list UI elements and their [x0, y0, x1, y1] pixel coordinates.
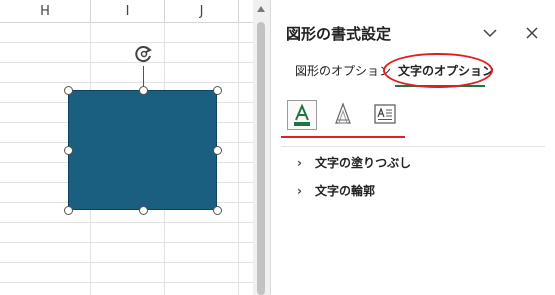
resize-handle-top-left[interactable] [64, 86, 73, 95]
selected-rectangle-shape[interactable] [68, 90, 217, 210]
grid-line [0, 262, 253, 263]
format-shape-pane: 図形の書式設定 図形のオプション 文字のオプション › 文字の塗りつぶし › 文… [271, 0, 555, 295]
column-header-row: H I J [0, 0, 253, 23]
text-fill-outline-icon [294, 103, 310, 126]
scroll-up-icon[interactable] [257, 6, 265, 12]
textbox-button[interactable] [371, 100, 401, 130]
section-label: 文字の輪郭 [315, 184, 376, 198]
column-label: I [125, 3, 130, 19]
textbox-icon [374, 104, 396, 124]
column-header-j[interactable]: J [165, 0, 239, 22]
grid-line [0, 62, 253, 63]
grid-line [0, 42, 253, 43]
chevron-right-icon: › [297, 183, 302, 198]
section-label: 文字の塗りつぶし [315, 156, 412, 170]
text-effects-icon [335, 102, 351, 124]
pane-title: 図形の書式設定 [286, 25, 392, 43]
close-icon[interactable] [521, 22, 543, 44]
resize-handle-bottom[interactable] [139, 206, 148, 215]
column-header-h[interactable]: H [0, 0, 91, 22]
section-text-fill[interactable]: › 文字の塗りつぶし [297, 154, 411, 171]
grid-line [0, 282, 253, 283]
scrollbar-thumb[interactable] [257, 22, 265, 295]
column-label: J [199, 3, 204, 19]
grid-line [0, 82, 253, 83]
column-label: H [40, 3, 50, 19]
grid-line [0, 222, 253, 223]
text-fill-outline-button[interactable] [287, 100, 317, 130]
resize-handle-top[interactable] [139, 86, 148, 95]
grid-line [0, 242, 253, 243]
spreadsheet-grid[interactable]: H I J [0, 0, 253, 295]
annotation-oval [383, 53, 493, 88]
annotation-underline [281, 136, 405, 138]
resize-handle-bottom-left[interactable] [64, 206, 73, 215]
rotate-handle-icon[interactable] [134, 44, 154, 64]
text-effects-button[interactable] [329, 100, 359, 130]
tab-shape-options[interactable]: 図形のオプション [295, 62, 391, 79]
resize-handle-top-right[interactable] [213, 86, 222, 95]
section-divider [281, 146, 545, 147]
column-header-i[interactable]: I [91, 0, 165, 22]
chevron-down-icon[interactable] [479, 22, 501, 44]
resize-handle-bottom-right[interactable] [213, 206, 222, 215]
resize-handle-left[interactable] [64, 146, 73, 155]
section-text-outline[interactable]: › 文字の輪郭 [297, 182, 375, 199]
resize-handle-right[interactable] [213, 146, 222, 155]
vertical-scrollbar[interactable] [253, 0, 270, 295]
chevron-right-icon: › [297, 155, 302, 170]
